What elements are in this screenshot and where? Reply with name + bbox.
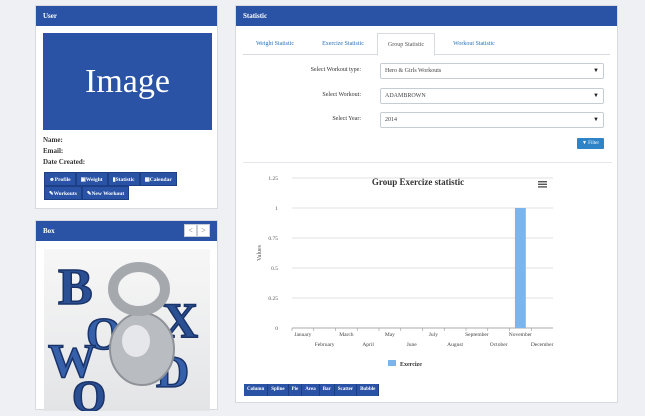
box-wod-logo-image: B O X W O D	[44, 249, 210, 416]
statistic-panel-title: Statistic	[236, 6, 617, 26]
tab-weight-statistic[interactable]: Weight Statistic	[243, 33, 307, 55]
bar-button[interactable]: Bar	[319, 384, 335, 396]
x-tick-label: April	[362, 342, 374, 348]
x-tick-label: November	[509, 332, 532, 338]
x-tick-label: December	[531, 342, 554, 348]
year-label: Select Year:	[332, 116, 361, 122]
filter-button[interactable]: ▼ Filter	[577, 138, 604, 149]
box-wod-logo: B O X W O D	[47, 258, 199, 416]
prev-arrow-button[interactable]: <	[184, 224, 197, 237]
chart-container: Group Exercize statistic 0 0.25 0.5 0.75 1 1.2…	[243, 162, 612, 374]
user-button-grid: ☻Profile ▣Weight ▮Statistic ▦Calendar ✎W…	[44, 172, 189, 200]
pie-button[interactable]: Pie	[288, 384, 303, 396]
scatter-button[interactable]: Scatter	[334, 384, 358, 396]
statistic-panel: Statistic Weight Statistic Exercize Stat…	[235, 5, 618, 403]
statistic-tabs: Weight Statistic Exercize Statistic Grou…	[243, 33, 610, 56]
name-label: Name:	[43, 136, 63, 144]
svg-text:O: O	[72, 372, 106, 411]
x-tick-label: March	[339, 332, 354, 338]
chevron-down-icon: ▼	[593, 117, 599, 123]
date-created-label: Date Created:	[43, 158, 86, 166]
image-text: Image	[85, 62, 170, 100]
chart-menu-icon	[538, 186, 547, 188]
chevron-down-icon: ▼	[593, 93, 599, 99]
x-tick-label: August	[447, 342, 463, 348]
y-tick-label: 1.25	[268, 176, 278, 182]
workout-label: Select Workout:	[322, 92, 361, 98]
user-info: Name: Email: Date Created:	[43, 135, 85, 168]
workout-type-label: Select Workout type:	[310, 67, 361, 73]
calendar-button[interactable]: ▦Calendar	[139, 172, 177, 186]
new-workout-button[interactable]: ✎New Workout	[81, 186, 130, 200]
x-tick-label: September	[465, 332, 489, 338]
spline-button[interactable]: Spline	[268, 384, 289, 396]
x-tick-label: June	[407, 342, 418, 348]
carousel-arrows: < >	[184, 224, 210, 237]
user-panel-title: User	[36, 6, 217, 26]
area-button[interactable]: Area	[302, 384, 320, 396]
email-label: Email:	[43, 147, 64, 155]
user-image-placeholder: Image	[43, 33, 212, 130]
x-tick-label: October	[490, 342, 508, 348]
workout-type-row: Select Workout type: Hero & Girls Workou…	[236, 63, 619, 79]
y-tick-label: 0	[275, 326, 278, 332]
y-tick-label: 0.75	[268, 236, 278, 242]
chevron-down-icon: ▼	[593, 68, 599, 74]
x-tick-label: May	[385, 332, 395, 338]
box-panel: Box < > B O X W O D	[35, 220, 218, 416]
weight-button[interactable]: ▣Weight	[75, 172, 108, 186]
y-tick-label: 0.25	[268, 296, 278, 302]
year-row: Select Year: 2014 ▼	[236, 112, 619, 128]
bar	[514, 208, 526, 328]
profile-button[interactable]: ☻Profile	[44, 172, 76, 186]
next-arrow-button[interactable]: >	[197, 224, 210, 237]
workout-row: Select Workout: ADAMBROWN ▼	[236, 88, 619, 104]
year-select[interactable]: 2014 ▼	[380, 112, 604, 128]
legend-label: Exercize	[400, 362, 422, 368]
y-axis-label: Values	[257, 244, 263, 261]
y-tick-label: 1	[275, 206, 278, 212]
y-tick-label: 0.5	[271, 266, 278, 272]
x-tick-label: January	[294, 332, 311, 338]
workout-select[interactable]: ADAMBROWN ▼	[380, 88, 604, 104]
workout-type-select[interactable]: Hero & Girls Workouts ▼	[380, 63, 604, 79]
bubble-button[interactable]: Bubble	[357, 384, 380, 396]
chart-type-buttons: Column Spline Pie Area Bar Scatter Bubbl…	[244, 384, 380, 396]
x-tick-label: July	[429, 332, 438, 338]
group-exercize-chart: Group Exercize statistic 0 0.25 0.5 0.75 1 1.2…	[257, 176, 554, 368]
tab-group-statistic[interactable]: Group Statistic	[377, 33, 435, 56]
chart-title: Group Exercize statistic	[372, 177, 464, 187]
tab-exercize-statistic[interactable]: Exercize Statistic	[311, 33, 375, 55]
legend-swatch	[388, 360, 396, 366]
statistic-button[interactable]: ▮Statistic	[107, 172, 140, 186]
user-panel: User Image Name: Email: Date Created: ☻P…	[35, 5, 218, 209]
column-button[interactable]: Column	[244, 384, 269, 396]
workouts-button[interactable]: ✎Workouts	[44, 186, 82, 200]
chart-menu-icon	[538, 183, 547, 185]
tab-workout-statistic[interactable]: Workout Statistic	[441, 33, 507, 55]
chart-menu-icon	[538, 181, 547, 183]
x-tick-label: February	[315, 342, 335, 348]
